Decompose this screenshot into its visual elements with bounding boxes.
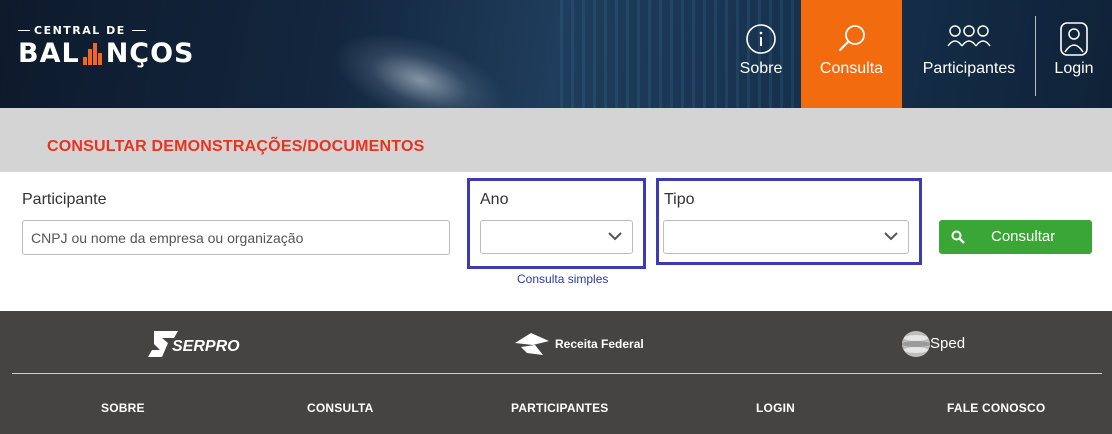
footer-link-login[interactable]: LOGIN (756, 401, 795, 415)
consulta-simples-link[interactable]: Consulta simples (517, 272, 608, 286)
nav-login[interactable]: Login (1043, 0, 1105, 108)
participante-input[interactable] (22, 220, 450, 255)
logo-rule-left (18, 30, 30, 31)
site-header: CENTRAL DE BAL NÇOS Sobre Consulta Parti… (0, 0, 1112, 108)
footer-divider (12, 373, 1102, 374)
nav-login-label: Login (1054, 60, 1094, 77)
chevron-down-icon (884, 232, 898, 241)
nav-participantes-label: Participantes (922, 60, 1016, 77)
logo-main-part-b: NÇOS (105, 38, 195, 69)
info-icon (746, 24, 776, 54)
footer-link-participantes[interactable]: PARTICIPANTES (511, 401, 609, 415)
header-background-glow (322, 14, 518, 108)
nav-sobre[interactable]: Sobre (725, 0, 797, 108)
central-de-balancos-logo[interactable]: CENTRAL DE BAL NÇOS (18, 24, 198, 84)
nav-separator (1035, 16, 1036, 96)
logo-e-bars-icon (82, 43, 102, 65)
footer-link-consulta[interactable]: CONSULTA (307, 401, 373, 415)
people-icon (947, 25, 991, 47)
footer-link-sobre[interactable]: SOBRE (101, 401, 145, 415)
serpro-logo-text: SERPRO (172, 338, 240, 355)
sped-logo-text: Sped (930, 335, 966, 352)
ano-label: Ano (480, 191, 509, 208)
page-title: CONSULTAR DEMONSTRAÇÕES/DOCUMENTOS (47, 138, 425, 155)
footer-link-fale-conosco[interactable]: FALE CONOSCO (947, 401, 1045, 415)
page-title-band: CONSULTAR DEMONSTRAÇÕES/DOCUMENTOS (0, 108, 1112, 172)
participante-label: Participante (22, 191, 107, 208)
ano-select[interactable] (480, 220, 633, 254)
site-footer: SERPRO Receita Federal Sped SOBRE CONSUL… (0, 311, 1112, 434)
nav-sobre-label: Sobre (739, 60, 783, 77)
logo-main-text: BAL NÇOS (18, 38, 195, 69)
chevron-down-icon (608, 232, 622, 241)
logo-rule-right (132, 30, 146, 31)
nav-consulta[interactable]: Consulta (801, 0, 902, 108)
nav-consulta-label: Consulta (819, 60, 884, 77)
nav-participantes[interactable]: Participantes (910, 0, 1028, 108)
receita-federal-logo-text: Receita Federal (555, 337, 644, 351)
logo-top-text: CENTRAL DE (34, 24, 126, 37)
search-icon (838, 25, 865, 52)
logo-main-part-a: BAL (18, 38, 80, 69)
search-icon (951, 230, 965, 244)
user-icon (1060, 22, 1088, 56)
sped-globe-icon (902, 331, 930, 357)
tipo-select[interactable] (663, 220, 909, 254)
consultar-button-label: Consultar (991, 228, 1056, 245)
tipo-label: Tipo (664, 191, 695, 208)
receita-federal-mark-icon (515, 333, 549, 355)
consultar-button[interactable]: Consultar (939, 220, 1092, 254)
